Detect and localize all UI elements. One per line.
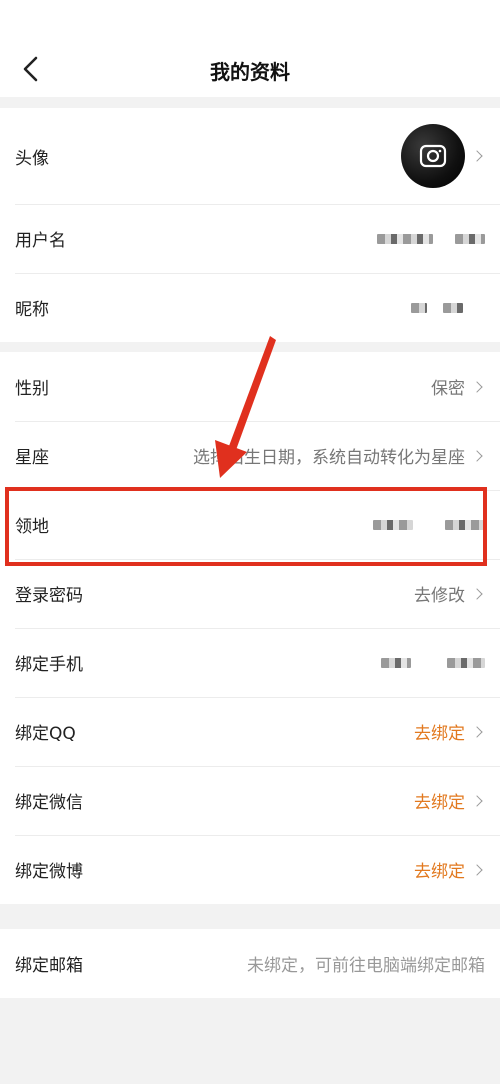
profile-detail-group: 性别 保密 星座 选择出生日期，系统自动转化为星座 领地 登录密码 去修改 绑定… [0, 352, 500, 904]
email-status: 未绑定，可前往电脑端绑定邮箱 [247, 956, 485, 976]
row-label-password: 登录密码 [15, 586, 83, 606]
page-title: 我的资料 [210, 60, 290, 84]
row-bind-wechat[interactable]: 绑定微信 去绑定 [0, 766, 500, 835]
bind-wechat-action: 去绑定 [414, 793, 465, 813]
row-label-bind-wechat: 绑定微信 [15, 793, 83, 813]
row-label-bind-weibo: 绑定微博 [15, 862, 83, 882]
camera-icon [419, 144, 447, 168]
gender-value: 保密 [431, 379, 465, 399]
redacted-nickname [411, 302, 427, 313]
chevron-right-icon [471, 794, 483, 807]
row-label-username: 用户名 [15, 231, 66, 251]
row-username[interactable]: 用户名 [0, 204, 500, 273]
row-bind-email[interactable]: 绑定邮箱 未绑定，可前往电脑端绑定邮箱 [0, 929, 500, 998]
row-label-bind-phone: 绑定手机 [15, 655, 83, 675]
password-action: 去修改 [414, 586, 465, 606]
redacted-phone [381, 657, 411, 668]
highlight-box [5, 487, 487, 566]
row-label-avatar: 头像 [15, 148, 49, 169]
row-label-gender: 性别 [15, 379, 49, 399]
row-label-constellation: 星座 [15, 448, 49, 468]
redacted-phone-suffix [447, 657, 485, 668]
bind-qq-action: 去绑定 [414, 724, 465, 744]
app-header: 我的资料 [0, 0, 500, 97]
row-nickname[interactable]: 昵称 [0, 273, 500, 342]
row-avatar[interactable]: 头像 [0, 108, 500, 204]
row-label-bind-qq: 绑定QQ [15, 724, 76, 744]
row-gender[interactable]: 性别 保密 [0, 352, 500, 421]
avatar[interactable] [401, 124, 465, 188]
constellation-value: 选择出生日期，系统自动转化为星座 [193, 448, 465, 468]
chevron-right-icon [471, 150, 483, 162]
redacted-username-suffix [455, 233, 485, 244]
redacted-nickname-suffix [443, 302, 463, 313]
row-label-bind-email: 绑定邮箱 [15, 956, 83, 976]
row-bind-phone[interactable]: 绑定手机 [0, 628, 500, 697]
profile-basic-group: 头像 用户名 昵称 [0, 108, 500, 342]
chevron-right-icon [471, 725, 483, 738]
email-group: 绑定邮箱 未绑定，可前往电脑端绑定邮箱 [0, 929, 500, 998]
chevron-right-icon [471, 587, 483, 600]
row-bind-weibo[interactable]: 绑定微博 去绑定 [0, 835, 500, 904]
chevron-right-icon [471, 449, 483, 462]
redacted-username [377, 233, 433, 244]
chevron-right-icon [471, 380, 483, 393]
row-bind-qq[interactable]: 绑定QQ 去绑定 [0, 697, 500, 766]
row-label-nickname: 昵称 [15, 300, 49, 320]
row-constellation[interactable]: 星座 选择出生日期，系统自动转化为星座 [0, 421, 500, 490]
row-password[interactable]: 登录密码 去修改 [0, 559, 500, 628]
chevron-right-icon [471, 863, 483, 876]
bind-weibo-action: 去绑定 [414, 862, 465, 882]
